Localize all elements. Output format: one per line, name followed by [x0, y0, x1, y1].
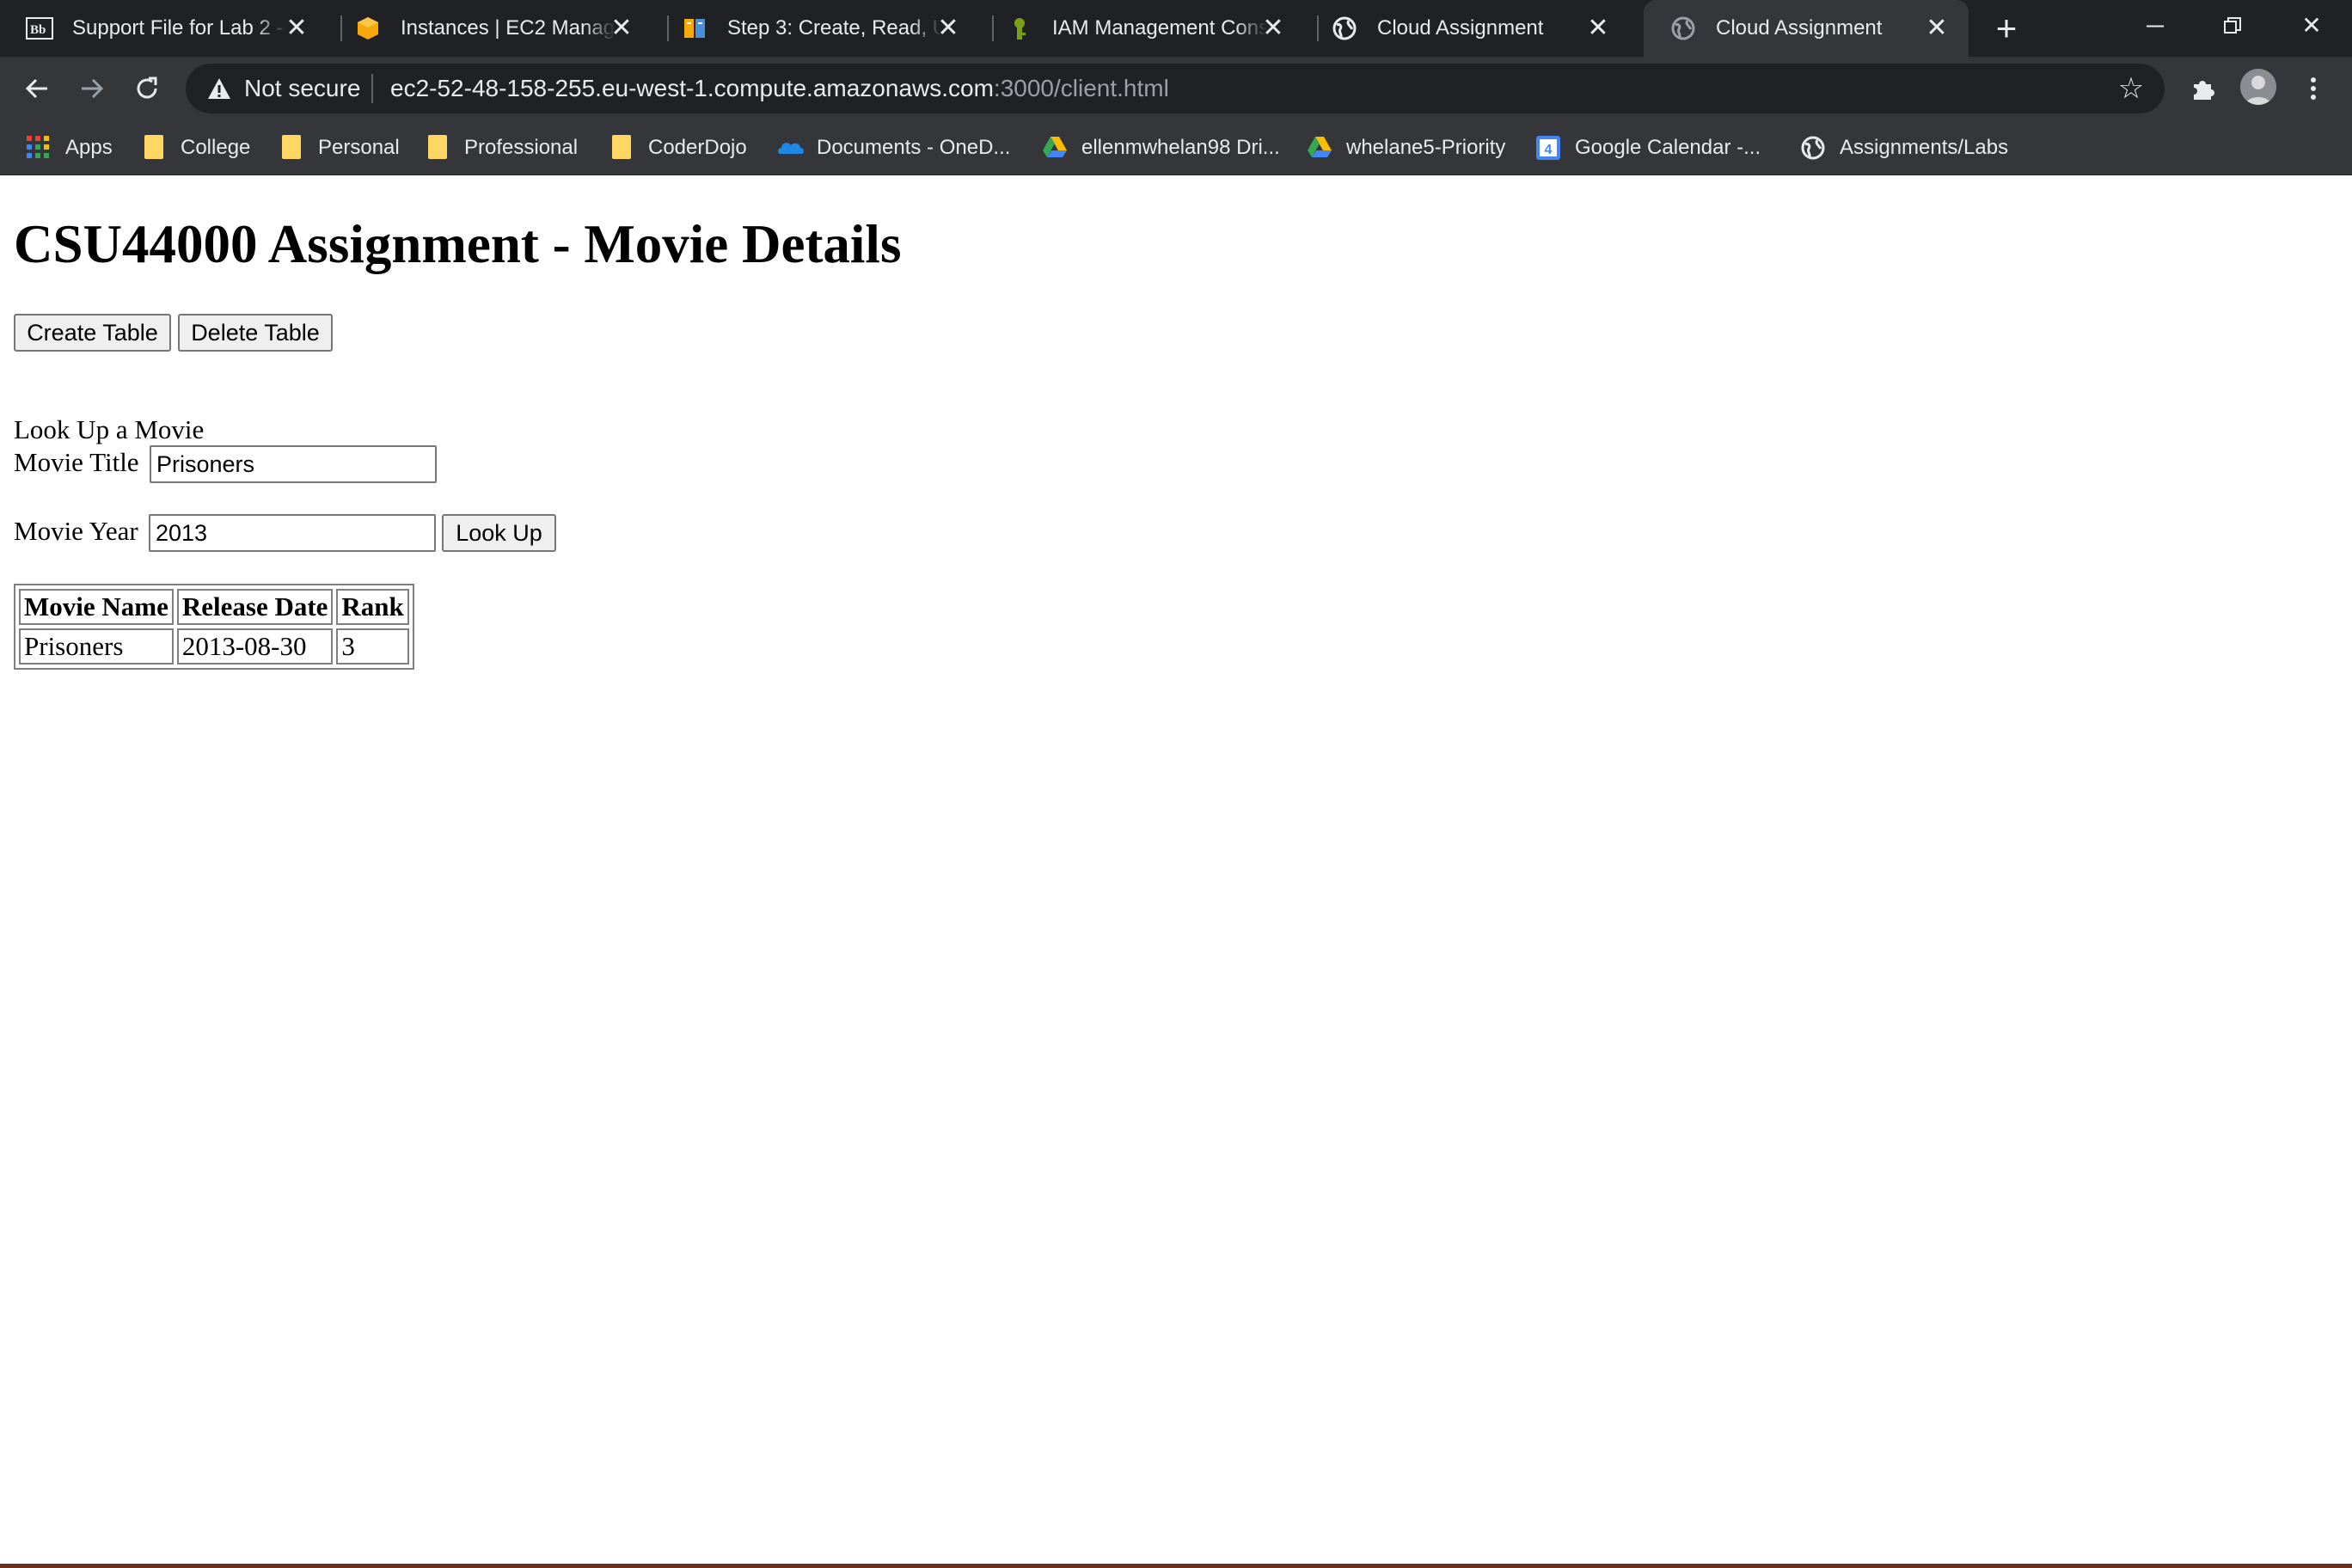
delete-table-button[interactable]: Delete Table — [178, 314, 333, 352]
warning-icon[interactable] — [206, 76, 232, 101]
close-icon[interactable]: ✕ — [282, 14, 311, 43]
blackboard-icon: Bb — [26, 15, 53, 42]
onedrive-icon — [777, 135, 804, 161]
omnibox-divider — [371, 74, 373, 103]
bookmark-professional[interactable]: Professional — [425, 132, 578, 163]
tab-strip: Bb Support File for Lab 2 - ✕ Instances … — [0, 0, 2352, 57]
google-drive-icon — [1307, 135, 1332, 161]
bookmark-onedrive[interactable]: Documents - OneD... — [777, 132, 1010, 163]
bookmark-label: Professional — [464, 136, 579, 159]
restore-button[interactable] — [2194, 0, 2271, 52]
bookmark-label: ellenmwhelan98 Dri... — [1081, 136, 1280, 159]
tab-support-file[interactable]: Bb Support File for Lab 2 - ✕ — [0, 0, 328, 57]
tab-title: IAM Management Cons — [1052, 16, 1267, 40]
tab-iam-console[interactable]: IAM Management Cons ✕ — [980, 0, 1305, 57]
tab-cloud-assignment[interactable]: Cloud Assignment ✕ — [1305, 0, 1630, 57]
movie-name-cell: Prisoners — [19, 628, 174, 665]
globe-icon — [1669, 15, 1697, 42]
table-row: Prisoners 2013-08-30 3 — [19, 628, 409, 665]
close-icon[interactable]: ✕ — [1922, 14, 1951, 43]
create-table-button[interactable]: Create Table — [14, 314, 171, 352]
bookmark-label: College — [181, 136, 251, 159]
security-status-label[interactable]: Not secure — [244, 74, 360, 103]
bookmark-google-calendar[interactable]: 4 Google Calendar -... — [1535, 132, 1761, 163]
apps-grid-icon — [26, 135, 52, 161]
bookmark-label: Assignments/Labs — [1840, 136, 2009, 159]
new-tab-button[interactable]: + — [1988, 10, 2025, 48]
bookmark-assignments-labs[interactable]: Assignments/Labs — [1800, 132, 2008, 163]
bookmarks-bar: Apps College Personal Professional Coder… — [0, 120, 2352, 175]
globe-icon — [1331, 15, 1358, 42]
folder-icon — [609, 135, 634, 161]
url-host: ec2-52-48-158-255.eu-west-1.compute.amaz… — [390, 75, 994, 101]
forward-button[interactable] — [72, 69, 112, 108]
iam-icon — [1006, 15, 1033, 42]
movie-year-input[interactable] — [149, 514, 436, 552]
bookmark-label: Documents - OneD... — [817, 136, 1011, 159]
minimize-button[interactable]: ─ — [2116, 0, 2194, 52]
globe-icon — [1800, 135, 1826, 161]
close-icon[interactable]: ✕ — [934, 14, 963, 43]
table-header-row: Movie Name Release Date Rank — [19, 589, 409, 625]
address-bar[interactable]: Not secure ec2-52-48-158-255.eu-west-1.c… — [186, 64, 2165, 113]
results-table: Movie Name Release Date Rank Prisoners 2… — [14, 584, 414, 670]
rank-cell: 3 — [336, 628, 409, 665]
window-close-button[interactable]: ✕ — [2273, 0, 2350, 52]
reload-button[interactable] — [127, 69, 167, 108]
movie-title-label: Movie Title — [14, 447, 139, 477]
folder-icon — [279, 135, 304, 161]
extensions-puzzle-icon[interactable] — [2184, 69, 2223, 108]
bookmark-label: Personal — [318, 136, 400, 159]
calendar-day-text: 4 — [1545, 143, 1553, 157]
browser-toolbar: Not secure ec2-52-48-158-255.eu-west-1.c… — [0, 57, 2352, 120]
bookmark-label: Apps — [65, 136, 113, 159]
aws-docs-icon — [681, 15, 708, 42]
folder-icon — [141, 135, 167, 161]
tab-cloud-assignment-active[interactable]: Cloud Assignment ✕ — [1644, 0, 1969, 57]
close-icon[interactable]: ✕ — [1259, 14, 1288, 43]
bookmark-google-drive-priority[interactable]: whelane5-Priority — [1307, 132, 1505, 163]
bookmark-star-icon[interactable]: ☆ — [2115, 72, 2147, 105]
more-menu-icon[interactable] — [2294, 69, 2333, 108]
lookup-heading: Look Up a Movie — [14, 414, 205, 444]
close-icon[interactable]: ✕ — [1583, 14, 1613, 43]
tab-title: Instances | EC2 Manage — [401, 16, 616, 40]
url-text[interactable]: ec2-52-48-158-255.eu-west-1.compute.amaz… — [390, 74, 1169, 103]
folder-icon — [425, 135, 450, 161]
page-title: CSU44000 Assignment - Movie Details — [14, 214, 902, 274]
bookmark-google-drive[interactable]: ellenmwhelan98 Dri... — [1042, 132, 1280, 163]
bookmark-label: CoderDojo — [648, 136, 747, 159]
page-content: CSU44000 Assignment - Movie Details Crea… — [0, 176, 2352, 1568]
url-path: :3000/client.html — [993, 75, 1169, 101]
taskbar-edge — [0, 1564, 2352, 1568]
release-date-cell: 2013-08-30 — [176, 628, 334, 665]
tab-title: Cloud Assignment — [1716, 16, 1883, 40]
column-header: Release Date — [176, 589, 334, 625]
svg-text:Bb: Bb — [30, 23, 46, 37]
bookmark-label: whelane5-Priority — [1346, 136, 1506, 159]
bookmark-label: Google Calendar -... — [1575, 136, 1761, 159]
movie-title-input[interactable] — [150, 445, 437, 483]
bookmark-college[interactable]: College — [141, 132, 250, 163]
column-header: Rank — [336, 589, 409, 625]
bookmark-personal[interactable]: Personal — [279, 132, 400, 163]
profile-avatar[interactable] — [2240, 69, 2276, 105]
back-button[interactable] — [17, 69, 57, 108]
look-up-button[interactable]: Look Up — [442, 514, 556, 552]
movie-year-label: Movie Year — [14, 516, 138, 546]
column-header: Movie Name — [19, 589, 174, 625]
tab-title: Step 3: Create, Read, Up — [727, 16, 942, 40]
bookmark-coderdojo[interactable]: CoderDojo — [609, 132, 747, 163]
close-icon[interactable]: ✕ — [607, 14, 636, 43]
google-calendar-icon: 4 — [1535, 135, 1561, 161]
tab-title: Cloud Assignment — [1377, 16, 1544, 40]
bookmark-apps[interactable]: Apps — [26, 132, 113, 163]
google-drive-icon — [1042, 135, 1068, 161]
tab-aws-docs[interactable]: Step 3: Create, Read, Up ✕ — [655, 0, 980, 57]
tab-ec2-instances[interactable]: Instances | EC2 Manage ✕ — [328, 0, 653, 57]
aws-icon — [354, 15, 382, 42]
tab-title: Support File for Lab 2 - — [72, 16, 284, 40]
